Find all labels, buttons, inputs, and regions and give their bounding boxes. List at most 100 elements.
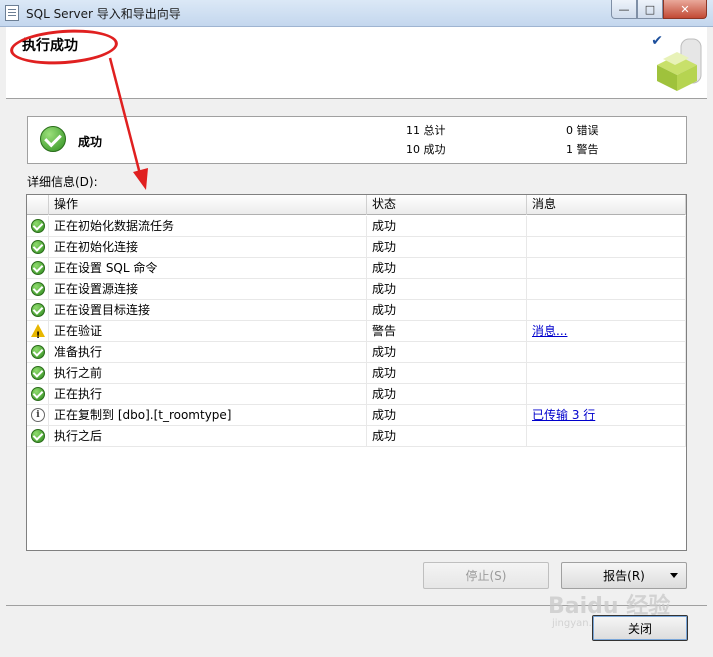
stat-error: 0 错误	[566, 122, 599, 138]
row-operation: 执行之前	[49, 363, 367, 383]
window-controls: — □ ✕	[611, 0, 707, 20]
app-icon	[5, 5, 19, 21]
row-operation: 正在初始化连接	[49, 237, 367, 257]
table-row[interactable]: 正在设置源连接 成功	[27, 279, 686, 300]
row-status: 成功	[367, 363, 527, 383]
warning-icon	[31, 324, 45, 341]
row-status: 成功	[367, 405, 527, 425]
stat-success: 10 成功	[406, 141, 446, 157]
column-header-status[interactable]: 状态	[367, 195, 527, 215]
row-operation: 正在执行	[49, 384, 367, 404]
success-icon	[31, 303, 45, 317]
table-row[interactable]: 准备执行 成功	[27, 342, 686, 363]
stat-total-label: 总计	[423, 124, 446, 137]
table-body: 正在初始化数据流任务 成功 正在初始化连接 成功 正在设置 SQL 命令 成功 正在设置源连…	[27, 216, 686, 447]
info-icon: i	[31, 408, 45, 422]
report-button[interactable]: 报告(R)	[561, 562, 687, 589]
success-icon	[31, 387, 45, 401]
row-operation: 正在设置 SQL 命令	[49, 258, 367, 278]
row-status: 成功	[367, 237, 527, 257]
stat-warning-count: 1	[566, 143, 573, 156]
success-icon	[31, 261, 45, 275]
row-message-cell	[527, 216, 686, 236]
row-status: 成功	[367, 216, 527, 236]
wizard-header: 执行成功 ✔	[6, 26, 707, 99]
row-icon-cell: i	[27, 405, 49, 425]
row-status: 成功	[367, 426, 527, 446]
table-row[interactable]: 正在执行 成功	[27, 384, 686, 405]
details-table[interactable]: 操作 状态 消息 正在初始化数据流任务 成功 正在初始化连接 成功 正在设置 SQL 命…	[26, 194, 687, 551]
row-icon-cell	[27, 426, 49, 446]
row-icon-cell	[27, 300, 49, 320]
summary-panel: 成功 11 总计 10 成功 0 错误 1 警告	[27, 116, 687, 164]
row-operation: 正在验证	[49, 321, 367, 341]
table-row[interactable]: 执行之前 成功	[27, 363, 686, 384]
table-row[interactable]: 正在初始化连接 成功	[27, 237, 686, 258]
stat-error-label: 错误	[576, 124, 599, 137]
stat-error-count: 0	[566, 124, 573, 137]
table-header: 操作 状态 消息	[27, 195, 686, 215]
stat-total-count: 11	[406, 124, 420, 137]
window-title: SQL Server 导入和导出向导	[26, 7, 181, 21]
stat-warning-label: 警告	[576, 143, 599, 156]
row-icon-cell	[27, 237, 49, 257]
wizard-graphic-icon	[657, 38, 702, 91]
success-icon	[31, 282, 45, 296]
success-icon	[40, 126, 66, 152]
row-status: 成功	[367, 342, 527, 362]
success-icon	[31, 240, 45, 254]
success-icon	[31, 219, 45, 233]
row-icon-cell	[27, 216, 49, 236]
row-operation: 准备执行	[49, 342, 367, 362]
stat-total: 11 总计	[406, 122, 446, 138]
row-operation: 正在复制到 [dbo].[t_roomtype]	[49, 405, 367, 425]
row-icon-cell	[27, 279, 49, 299]
row-icon-cell	[27, 258, 49, 278]
table-row[interactable]: 正在验证警告消息...	[27, 321, 686, 342]
row-status: 成功	[367, 384, 527, 404]
column-header-message[interactable]: 消息	[527, 195, 686, 215]
row-message-link[interactable]: 消息...	[532, 324, 567, 338]
row-operation: 执行之后	[49, 426, 367, 446]
row-message-cell	[527, 300, 686, 320]
row-icon-cell	[27, 342, 49, 362]
table-row[interactable]: 正在设置目标连接 成功	[27, 300, 686, 321]
maximize-button[interactable]: □	[637, 0, 663, 19]
row-operation: 正在设置源连接	[49, 279, 367, 299]
table-row[interactable]: i 正在复制到 [dbo].[t_roomtype] 成功 已传输 3 行	[27, 405, 686, 426]
row-message-cell	[527, 363, 686, 383]
stat-warning: 1 警告	[566, 141, 599, 157]
row-icon-cell	[27, 363, 49, 383]
row-message-link[interactable]: 已传输 3 行	[532, 408, 595, 422]
row-message-cell	[527, 258, 686, 278]
report-button-label: 报告(R)	[603, 569, 645, 583]
row-icon-cell	[27, 384, 49, 404]
row-message-cell: 已传输 3 行	[527, 405, 686, 425]
table-row[interactable]: 执行之后 成功	[27, 426, 686, 447]
highlight-oval-annotation	[8, 26, 120, 68]
row-message-cell	[527, 426, 686, 446]
success-icon	[31, 345, 45, 359]
row-message-cell	[527, 342, 686, 362]
row-status: 成功	[367, 300, 527, 320]
close-window-button[interactable]: ✕	[663, 0, 707, 19]
minimize-button[interactable]: —	[611, 0, 637, 19]
summary-status: 成功	[78, 135, 103, 149]
column-header-operation[interactable]: 操作	[49, 195, 367, 215]
row-status: 警告	[367, 321, 527, 341]
success-icon	[31, 366, 45, 380]
row-operation: 正在初始化数据流任务	[49, 216, 367, 236]
dropdown-arrow-icon	[670, 573, 678, 578]
table-row[interactable]: 正在设置 SQL 命令 成功	[27, 258, 686, 279]
success-icon	[31, 429, 45, 443]
stat-success-count: 10	[406, 143, 420, 156]
row-message-cell: 消息...	[527, 321, 686, 341]
row-icon-cell	[27, 321, 49, 341]
stop-button[interactable]: 停止(S)	[423, 562, 549, 589]
row-status: 成功	[367, 279, 527, 299]
header-icon-column	[27, 195, 49, 215]
table-row[interactable]: 正在初始化数据流任务 成功	[27, 216, 686, 237]
row-message-cell	[527, 237, 686, 257]
stat-success-label: 成功	[423, 143, 446, 156]
close-button[interactable]: 关闭	[592, 615, 688, 641]
